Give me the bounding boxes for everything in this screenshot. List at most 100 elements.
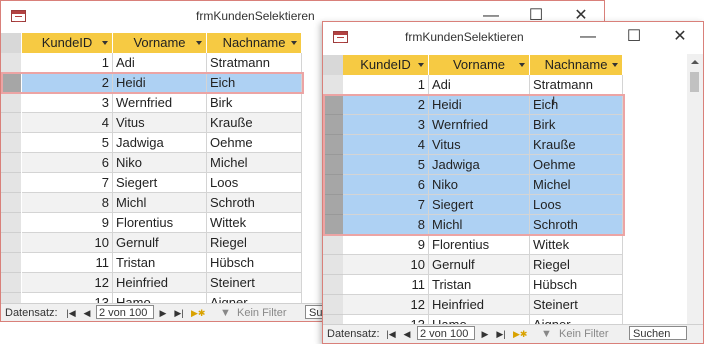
table-cell-vorname[interactable]: Tristan [429, 275, 530, 295]
dropdown-arrow-icon[interactable] [418, 63, 424, 67]
table-cell-id[interactable]: 11 [343, 275, 429, 295]
row-selector[interactable] [1, 253, 21, 273]
next-record-icon[interactable]: ▶ [157, 306, 169, 320]
previous-record-icon[interactable]: ◀ [81, 306, 93, 320]
table-cell-id[interactable]: 7 [343, 195, 429, 215]
row-selector[interactable] [1, 233, 21, 253]
filter-icon[interactable]: ▼ [220, 307, 231, 319]
table-cell-nachname[interactable]: Loos [530, 195, 623, 215]
row-selector[interactable] [1, 93, 21, 113]
table-cell-nachname[interactable]: Michel [207, 153, 302, 173]
table-cell-id[interactable]: 11 [22, 253, 113, 273]
select-all-corner[interactable] [1, 33, 21, 53]
vertical-scrollbar[interactable] [687, 54, 703, 324]
column-header-kundeid[interactable]: KundeID [343, 55, 429, 75]
table-cell-vorname[interactable]: Niko [113, 153, 207, 173]
row-selector[interactable] [323, 295, 343, 315]
table-cell-nachname[interactable]: Hübsch [207, 253, 302, 273]
table-cell-nachname[interactable]: Hübsch [530, 275, 623, 295]
maximize-icon[interactable]: ☐ [611, 22, 657, 52]
table-cell-id[interactable]: 5 [343, 155, 429, 175]
row-selector[interactable] [1, 113, 21, 133]
form-window-foreground[interactable]: frmKundenSelektieren — ☐ ✕ KundeID Vornam… [322, 21, 704, 344]
table-cell-vorname[interactable]: Gernulf [429, 255, 530, 275]
table-cell-id[interactable]: 3 [22, 93, 113, 113]
column-header-vorname[interactable]: Vorname [113, 33, 207, 53]
table-cell-vorname[interactable]: Adi [113, 53, 207, 73]
table-cell-id[interactable]: 12 [22, 273, 113, 293]
table-cell-nachname[interactable]: Stratmann [530, 75, 623, 95]
table-cell-nachname[interactable]: Michel [530, 175, 623, 195]
select-all-corner[interactable] [323, 55, 343, 75]
table-cell-nachname[interactable]: Schroth [530, 215, 623, 235]
table-cell-id[interactable]: 10 [22, 233, 113, 253]
table-cell-vorname[interactable]: Adi [429, 75, 530, 95]
close-icon[interactable]: ✕ [657, 22, 703, 52]
table-cell-nachname[interactable]: Wittek [530, 235, 623, 255]
table-cell-id[interactable]: 3 [343, 115, 429, 135]
table-cell-id[interactable]: 2 [343, 95, 429, 115]
table-cell-vorname[interactable]: Michl [113, 193, 207, 213]
row-selector[interactable] [1, 173, 21, 193]
column-header-nachname[interactable]: Nachname [207, 33, 302, 53]
column-header-nachname[interactable]: Nachname [530, 55, 623, 75]
row-selector[interactable] [323, 175, 343, 195]
table-cell-id[interactable]: 8 [22, 193, 113, 213]
table-cell-nachname[interactable]: Steinert [207, 273, 302, 293]
table-cell-id[interactable]: 4 [343, 135, 429, 155]
last-record-icon[interactable]: ▶| [173, 306, 185, 320]
table-cell-id[interactable]: 5 [22, 133, 113, 153]
row-selector[interactable] [323, 275, 343, 295]
table-cell-nachname[interactable]: Krauße [530, 135, 623, 155]
row-selector[interactable] [323, 75, 343, 95]
table-cell-id[interactable]: 7 [22, 173, 113, 193]
table-cell-id[interactable]: 6 [343, 175, 429, 195]
current-record-input[interactable]: 2 von 100 [96, 305, 154, 319]
row-selector[interactable] [323, 235, 343, 255]
table-cell-nachname[interactable]: Schroth [207, 193, 302, 213]
table-cell-vorname[interactable]: Heidi [113, 73, 207, 93]
table-cell-nachname[interactable]: Loos [207, 173, 302, 193]
table-cell-nachname[interactable]: Steinert [530, 295, 623, 315]
table-cell-id[interactable]: 12 [343, 295, 429, 315]
search-input[interactable]: Suchen [629, 326, 687, 340]
no-filter-label[interactable]: Kein Filter [237, 307, 287, 319]
table-cell-nachname[interactable]: Krauße [207, 113, 302, 133]
row-selector[interactable] [323, 195, 343, 215]
new-record-icon[interactable]: ▶✱ [191, 306, 205, 320]
table-cell-nachname[interactable]: Riegel [530, 255, 623, 275]
previous-record-icon[interactable]: ◀ [401, 327, 413, 341]
dropdown-arrow-icon[interactable] [196, 41, 202, 45]
current-record-input[interactable]: 2 von 100 [417, 326, 475, 340]
row-selector[interactable] [1, 153, 21, 173]
table-cell-vorname[interactable]: Siegert [113, 173, 207, 193]
table-cell-id[interactable]: 9 [343, 235, 429, 255]
table-cell-vorname[interactable]: Michl [429, 215, 530, 235]
next-record-icon[interactable]: ▶ [479, 327, 491, 341]
table-cell-nachname[interactable]: Birk [530, 115, 623, 135]
table-cell-vorname[interactable]: Niko [429, 175, 530, 195]
table-cell-nachname[interactable]: Stratmann [207, 53, 302, 73]
table-cell-id[interactable]: 9 [22, 213, 113, 233]
first-record-icon[interactable]: |◀ [65, 306, 77, 320]
dropdown-arrow-icon[interactable] [291, 41, 297, 45]
table-cell-nachname[interactable]: Oehme [530, 155, 623, 175]
table-cell-vorname[interactable]: Siegert [429, 195, 530, 215]
table-cell-id[interactable]: 8 [343, 215, 429, 235]
table-cell-id[interactable]: 1 [343, 75, 429, 95]
row-selector[interactable] [323, 95, 343, 115]
row-selector[interactable] [1, 193, 21, 213]
title-bar[interactable]: frmKundenSelektieren — ☐ ✕ [323, 22, 703, 52]
table-cell-vorname[interactable]: Jadwiga [113, 133, 207, 153]
table-cell-vorname[interactable]: Heinfried [113, 273, 207, 293]
table-cell-nachname[interactable]: Eich [207, 73, 302, 93]
table-cell-vorname[interactable]: Heinfried [429, 295, 530, 315]
table-cell-vorname[interactable]: Florentius [429, 235, 530, 255]
table-cell-id[interactable]: 2 [22, 73, 113, 93]
table-cell-nachname[interactable]: Eich [530, 95, 623, 115]
dropdown-arrow-icon[interactable] [612, 63, 618, 67]
dropdown-arrow-icon[interactable] [102, 41, 108, 45]
row-selector[interactable] [1, 73, 21, 93]
row-selector[interactable] [323, 255, 343, 275]
row-selector[interactable] [323, 155, 343, 175]
